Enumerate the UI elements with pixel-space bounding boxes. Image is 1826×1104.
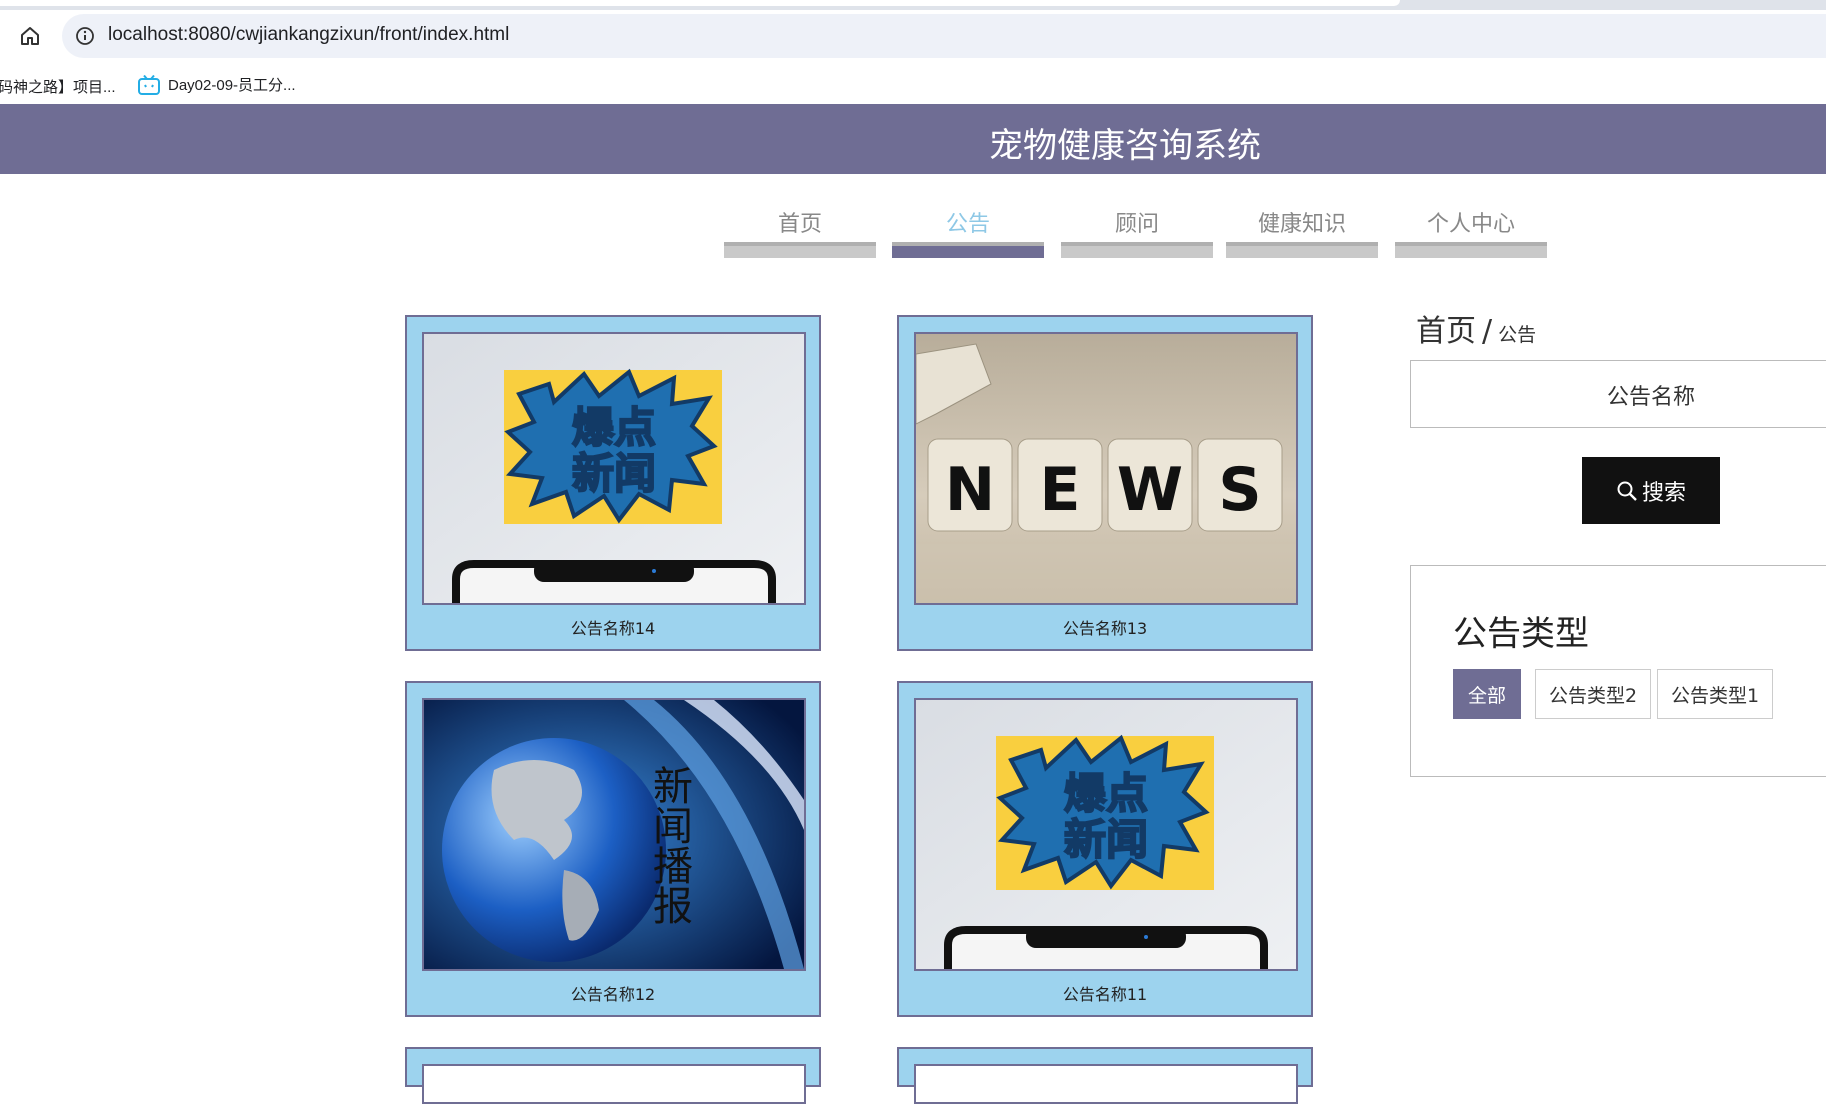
breadcrumb-separator: /: [1482, 314, 1493, 349]
news-cubes-image: N E W S: [916, 334, 1296, 603]
nav-item-label: 健康知识: [1257, 212, 1346, 237]
nav-item-announcements[interactable]: 公告: [892, 200, 1044, 260]
main-nav: 首页 公告 顾问 健康知识 个人中心: [0, 200, 1826, 260]
announcement-caption[interactable]: 公告名称14: [407, 615, 819, 639]
announcement-image[interactable]: [914, 1064, 1298, 1104]
cube-letter: S: [1218, 455, 1261, 525]
burst-text-bottom: 新闻: [572, 449, 656, 498]
nav-item-underline: [1395, 242, 1547, 258]
nav-item-underline: [1061, 242, 1213, 258]
announcement-type-panel: 公告类型 全部 公告类型2 公告类型1: [1410, 565, 1826, 777]
nav-item-underline: [892, 242, 1044, 258]
announcement-card[interactable]: 新闻播报 公告名称12: [405, 681, 821, 1017]
burst-news-image: 爆点 新闻: [916, 700, 1296, 969]
globe-broadcast-image: 新闻播报: [424, 700, 804, 969]
nav-item-label: 顾问: [1114, 212, 1159, 237]
tab-strip: [0, 0, 1826, 10]
bookmark-item[interactable]: 码神之路】项目...: [0, 76, 116, 97]
search-button-label: 搜索: [1641, 480, 1686, 506]
site-title: 宠物健康咨询系统: [989, 126, 1261, 166]
type-filter-type2[interactable]: 公告类型2: [1535, 669, 1651, 719]
announcement-card[interactable]: [897, 1047, 1313, 1104]
announcement-image[interactable]: 爆点 新闻: [422, 332, 806, 605]
type-panel-title: 公告类型: [1453, 614, 1589, 654]
nav-item-home[interactable]: 首页: [724, 200, 876, 260]
site-info-icon[interactable]: [74, 25, 96, 47]
nav-item-label: 首页: [777, 212, 822, 237]
bilibili-tv-icon: [138, 74, 160, 95]
type-filter-all[interactable]: 全部: [1453, 669, 1521, 719]
breadcrumb-current: 公告: [1498, 324, 1537, 346]
bookmarks-bar: 码神之路】项目... Day02-09-员工分...: [0, 66, 1826, 104]
search-icon: [1617, 481, 1637, 501]
nav-item-underline: [724, 242, 876, 258]
burst-text-top: 爆点: [572, 403, 656, 452]
search-placeholder: 公告名称: [1606, 385, 1695, 410]
burst-text-bottom: 新闻: [1064, 815, 1148, 864]
announcement-image[interactable]: 新闻播报: [422, 698, 806, 971]
search-button[interactable]: 搜索: [1582, 457, 1720, 524]
announcement-image[interactable]: N E W S: [914, 332, 1298, 605]
cube-letter: W: [1117, 455, 1183, 525]
burst-news-image: 爆点 新闻: [424, 334, 804, 603]
search-input[interactable]: 公告名称: [1410, 360, 1826, 428]
address-bar[interactable]: localhost:8080/cwjiankangzixun/front/ind…: [62, 14, 1826, 58]
cube-letter: E: [1040, 455, 1081, 525]
announcement-caption[interactable]: 公告名称12: [407, 981, 819, 1005]
browser-toolbar: localhost:8080/cwjiankangzixun/front/ind…: [0, 10, 1826, 66]
nav-item-label: 公告: [945, 212, 990, 237]
bookmark-item[interactable]: Day02-09-员工分...: [138, 74, 296, 95]
cube-letter: N: [945, 455, 995, 525]
announcement-card[interactable]: N E W S 公告名称13: [897, 315, 1313, 651]
breadcrumb-home[interactable]: 首页: [1416, 314, 1476, 349]
nav-item-consultants[interactable]: 顾问: [1061, 200, 1213, 260]
announcement-card[interactable]: 爆点 新闻 公告名称11: [897, 681, 1313, 1017]
url-text[interactable]: localhost:8080/cwjiankangzixun/front/ind…: [108, 24, 509, 46]
announcement-card[interactable]: [405, 1047, 821, 1104]
announcement-caption[interactable]: 公告名称11: [899, 981, 1311, 1005]
site-header: 宠物健康咨询系统: [0, 104, 1826, 174]
active-tab-edge: [0, 0, 1400, 6]
bookmark-label: Day02-09-员工分...: [168, 77, 296, 94]
announcement-card[interactable]: 爆点 新闻 公告名称14: [405, 315, 821, 651]
broadcast-text: 新闻播报: [646, 765, 692, 925]
announcement-image[interactable]: 爆点 新闻: [914, 698, 1298, 971]
nav-item-label: 个人中心: [1426, 212, 1515, 237]
burst-text-top: 爆点: [1064, 769, 1148, 818]
nav-item-personal-center[interactable]: 个人中心: [1395, 200, 1547, 260]
nav-item-health-knowledge[interactable]: 健康知识: [1226, 200, 1378, 260]
announcement-caption[interactable]: 公告名称13: [899, 615, 1311, 639]
home-icon[interactable]: [18, 24, 42, 48]
announcement-image[interactable]: [422, 1064, 806, 1104]
type-filter-type1[interactable]: 公告类型1: [1657, 669, 1773, 719]
nav-item-underline: [1226, 242, 1378, 258]
breadcrumb: 首页 / 公告: [1416, 306, 1536, 350]
